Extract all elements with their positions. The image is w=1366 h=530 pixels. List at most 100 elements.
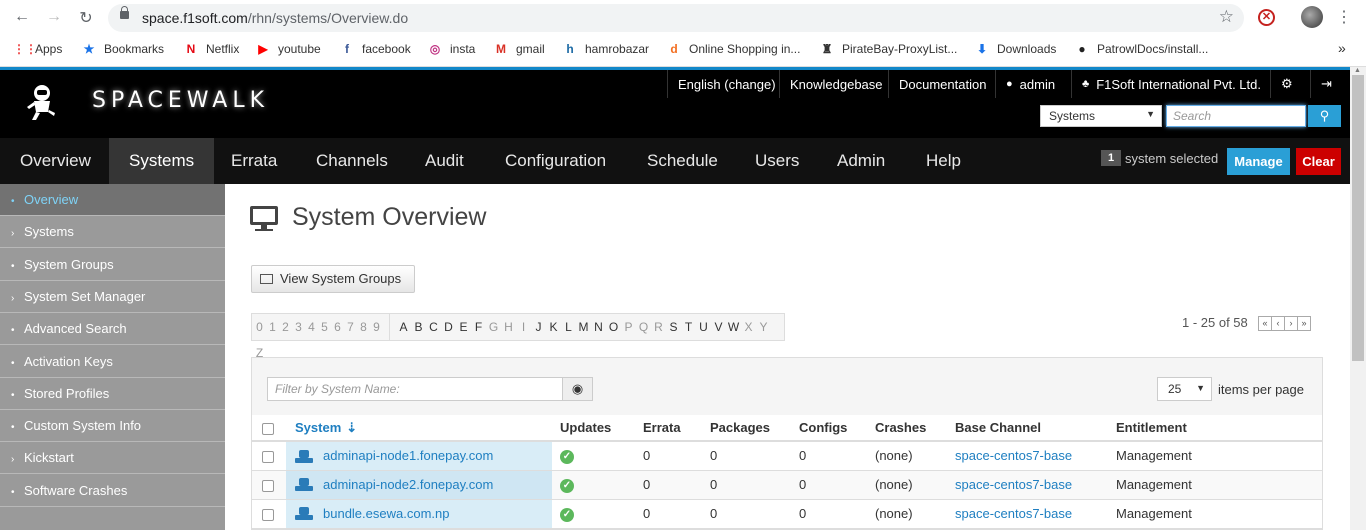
more-bookmarks-button[interactable]: » [1338, 40, 1346, 56]
column-system[interactable]: System ⇣ [286, 415, 552, 442]
nav-item-admin[interactable]: Admin [817, 138, 905, 184]
alpha-letter-m[interactable]: M [576, 314, 591, 340]
filter-apply-button[interactable]: ◉ [562, 377, 593, 401]
view-system-groups-button[interactable]: View System Groups [251, 265, 415, 293]
alpha-letter-t[interactable]: T [681, 314, 696, 340]
alpha-letter-n[interactable]: N [591, 314, 606, 340]
prev-page-button[interactable]: ‹ [1271, 316, 1285, 331]
spacewalk-logo-text[interactable]: SPACEWALK [92, 88, 269, 113]
alpha-letter-d[interactable]: D [441, 314, 456, 340]
table-row: adminapi-node1.fonepay.com ✓ 0 0 0 (none) spac… [252, 441, 1322, 471]
knowledgebase-link[interactable]: Knowledgebase [779, 70, 893, 98]
system-server-icon [295, 478, 313, 492]
language-link[interactable]: English (change) [667, 70, 786, 98]
bullet-icon: • [11, 196, 15, 207]
nav-item-users[interactable]: Users [735, 138, 819, 184]
astronaut-logo-icon[interactable] [22, 82, 62, 122]
scroll-up-icon[interactable]: ▲ [1354, 67, 1361, 74]
sidebar-item-kickstart[interactable]: › Kickstart [0, 442, 225, 475]
sidebar-item-system-groups[interactable]: • System Groups [0, 249, 225, 281]
alpha-letter-o[interactable]: O [606, 314, 621, 340]
bookmark-item[interactable]: ♜ PirateBay-ProxyList... [820, 42, 958, 56]
alpha-letter-s[interactable]: S [666, 314, 681, 340]
alpha-letter-w[interactable]: W [726, 314, 741, 340]
nav-item-channels[interactable]: Channels [296, 138, 408, 184]
bookmark-item[interactable]: ⬇ Downloads [975, 42, 1056, 56]
nav-item-audit[interactable]: Audit [405, 138, 484, 184]
scrollbar-thumb[interactable] [1352, 75, 1364, 361]
address-bar[interactable]: space.f1soft.com/rhn/systems/Overview.do… [108, 4, 1244, 32]
nav-item-schedule[interactable]: Schedule [627, 138, 738, 184]
sidebar-item-system-set-manager[interactable]: › System Set Manager [0, 281, 225, 313]
base-channel-link[interactable]: space-centos7-base [955, 506, 1072, 521]
row-checkbox[interactable] [262, 479, 274, 492]
reload-icon[interactable]: ↻ [76, 8, 96, 28]
last-page-button[interactable]: » [1297, 316, 1311, 331]
alpha-letter-j[interactable]: J [531, 314, 546, 340]
search-button[interactable]: ⚲ [1308, 105, 1341, 127]
nav-item-systems[interactable]: Systems [109, 138, 215, 184]
nav-item-errata[interactable]: Errata [211, 138, 297, 184]
alpha-letter-l[interactable]: L [561, 314, 576, 340]
back-icon[interactable]: ← [12, 8, 32, 26]
sidebar-item-software-crashes[interactable]: • Software Crashes [0, 475, 225, 507]
bookmark-item[interactable]: f facebook [340, 42, 411, 56]
filter-input[interactable]: Filter by System Name: [267, 377, 563, 401]
base-channel-link[interactable]: space-centos7-base [955, 448, 1072, 463]
sidebar-item-label: Software Crashes [24, 482, 128, 498]
page-scrollbar[interactable]: ▲ [1350, 67, 1366, 530]
bookmark-item[interactable]: ⋮⋮ Apps [13, 42, 62, 56]
sidebar-item-systems[interactable]: › Systems [0, 216, 225, 249]
bookmark-item[interactable]: ◎ insta [428, 42, 476, 56]
column-crashes: Crashes [867, 415, 947, 442]
bookmark-item[interactable]: N Netflix [184, 42, 240, 56]
documentation-link[interactable]: Documentation [888, 70, 996, 98]
alpha-letter-k[interactable]: K [546, 314, 561, 340]
items-per-page-select[interactable]: 25 ▼ [1157, 377, 1212, 401]
next-page-button[interactable]: › [1284, 316, 1298, 331]
bookmark-star-icon[interactable]: ☆ [1219, 7, 1234, 27]
nav-item-configuration[interactable]: Configuration [485, 138, 626, 184]
alpha-letter-c[interactable]: C [426, 314, 441, 340]
sidebar-item-overview[interactable]: • Overview [0, 184, 225, 216]
clear-button[interactable]: Clear [1296, 148, 1341, 175]
bookmark-item[interactable]: d Online Shopping in... [667, 42, 800, 56]
sidebar-item-advanced-search[interactable]: • Advanced Search [0, 313, 225, 346]
alpha-letter-a[interactable]: A [396, 314, 411, 340]
bookmark-item[interactable]: ● PatrowlDocs/install... [1075, 42, 1208, 56]
bookmark-item[interactable]: Mgmail [494, 42, 545, 56]
alpha-letter-u[interactable]: U [696, 314, 711, 340]
base-channel-link[interactable]: space-centos7-base [955, 477, 1072, 492]
alpha-letter-e[interactable]: E [456, 314, 471, 340]
sidebar-item-custom-system-info[interactable]: • Custom System Info [0, 410, 225, 443]
alpha-letter-b[interactable]: B [411, 314, 426, 340]
pagination-summary: 1 - 25 of 58 [1182, 315, 1248, 330]
system-name-link[interactable]: adminapi-node1.fonepay.com [323, 448, 493, 463]
nav-item-overview[interactable]: Overview [0, 138, 111, 184]
row-checkbox[interactable] [262, 450, 274, 463]
sidebar-item-activation-keys[interactable]: • Activation Keys [0, 346, 225, 378]
system-name-link[interactable]: adminapi-node2.fonepay.com [323, 477, 493, 492]
sidebar-item-stored-profiles[interactable]: • Stored Profiles [0, 378, 225, 410]
alpha-letter-f[interactable]: F [471, 314, 486, 340]
row-checkbox[interactable] [262, 508, 274, 521]
bookmark-item[interactable]: ▶ youtube [256, 42, 320, 56]
select-all-checkbox[interactable] [262, 422, 274, 435]
first-page-button[interactable]: « [1258, 316, 1272, 331]
manage-button[interactable]: Manage [1227, 148, 1290, 175]
forward-icon[interactable]: → [44, 8, 64, 26]
org-link[interactable]: ♣ F1Soft International Pvt. Ltd. [1071, 70, 1269, 98]
user-link[interactable]: ● admin [995, 70, 1065, 98]
alpha-letter-v[interactable]: V [711, 314, 726, 340]
system-name-link[interactable]: bundle.esewa.com.np [323, 506, 449, 521]
search-input[interactable]: Search [1166, 105, 1306, 127]
sign-out-button[interactable]: ⇥ [1310, 70, 1342, 98]
extension-icon[interactable]: ✕ [1258, 9, 1275, 26]
profile-avatar[interactable] [1301, 6, 1323, 28]
menu-kebab-icon[interactable]: ⋮ [1336, 7, 1352, 27]
preferences-button[interactable]: ⚙ [1270, 70, 1303, 98]
bookmark-item[interactable]: h hamrobazar [563, 42, 649, 56]
nav-item-help[interactable]: Help [906, 138, 981, 184]
search-scope-select[interactable]: Systems ▼ [1040, 105, 1162, 127]
bookmark-item[interactable]: ★ Bookmarks [82, 42, 164, 56]
